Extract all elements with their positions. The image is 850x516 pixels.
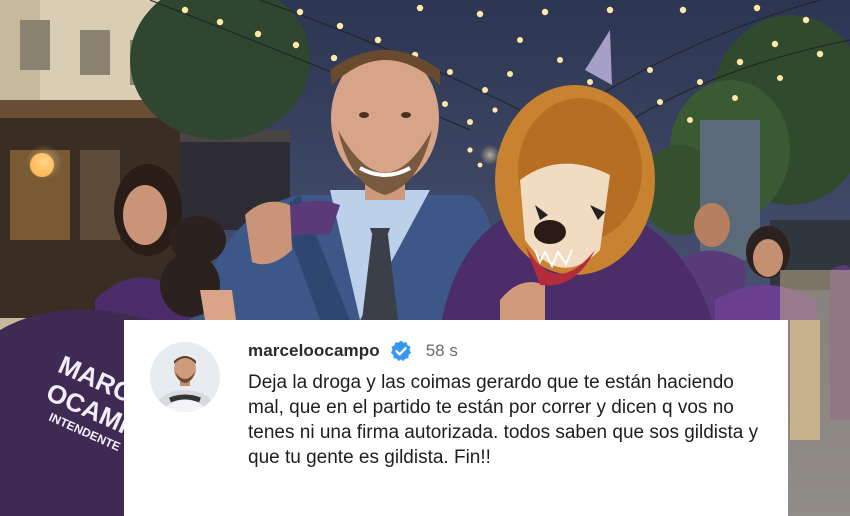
avatar[interactable] <box>150 342 220 412</box>
comment-header: marceloocampo 58 s <box>248 337 458 365</box>
comment-text: Deja la droga y las coimas gerardo que t… <box>248 372 759 468</box>
comment-timestamp: 58 s <box>425 341 458 360</box>
sidewalk <box>780 270 850 516</box>
verified-badge-icon <box>390 340 411 362</box>
comment-card: marceloocampo 58 s Deja la droga y las c… <box>124 320 788 516</box>
avatar-image <box>150 342 220 412</box>
screenshot-scene: MARCELO OCAMPO INTENDENTE marceloocampo <box>0 0 850 516</box>
username-link[interactable]: marceloocampo <box>248 341 380 361</box>
